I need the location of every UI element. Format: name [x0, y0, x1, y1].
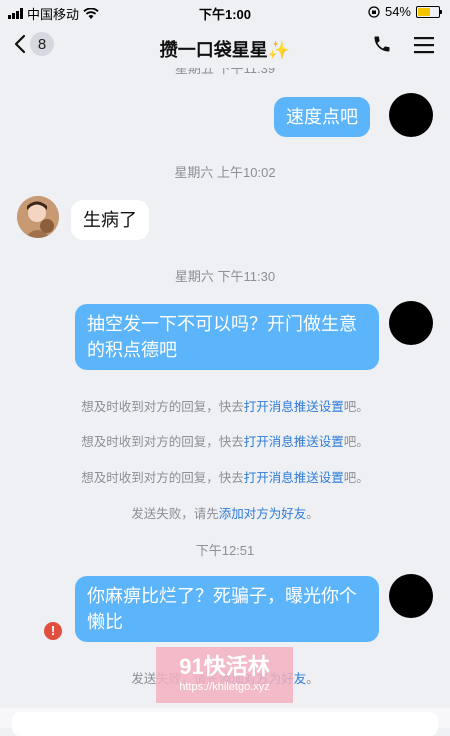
my-avatar[interactable] — [389, 574, 433, 618]
chat-message-list[interactable]: 星期五 下午11:39 速度点吧 星期六 上午10:02 生病了 星期六 下午1… — [0, 68, 450, 713]
notice-text: 想及时收到对方的回复，快去 — [81, 471, 244, 485]
my-avatar[interactable] — [389, 301, 433, 345]
notice-text: 。 — [306, 507, 319, 521]
message-line: 懒比 — [87, 612, 123, 632]
notice-text: 。 — [306, 672, 319, 686]
battery-percent: 54% — [384, 4, 411, 19]
notice-text: 吧。 — [343, 435, 369, 449]
send-failed-notice: 发送失败，请先添加对方为好友。 — [0, 503, 450, 522]
contact-avatar[interactable] — [17, 196, 59, 238]
notice-text: 发送失败，请先 — [131, 507, 219, 521]
push-notice: 想及时收到对方的回复，快去打开消息推送设置吧。 — [0, 431, 450, 450]
timestamp: 星期六 下午11:30 — [174, 269, 276, 284]
message-line: 抽空发一下不可以吗？开门做生意 — [87, 314, 357, 334]
my-avatar[interactable] — [389, 93, 433, 137]
status-bar: 中国移动 下午1:00 54% — [0, 0, 450, 24]
message-input[interactable] — [12, 712, 438, 736]
site-watermark: 91快活林 https://khlletgo.xyz — [156, 647, 293, 703]
send-error-icon[interactable]: ! — [44, 622, 62, 640]
timestamp: 星期六 上午10:02 — [174, 165, 276, 180]
watermark-url: https://khlletgo.xyz — [179, 681, 270, 693]
notice-text: 吧。 — [343, 400, 369, 414]
notice-text: 想及时收到对方的回复，快去 — [81, 400, 244, 414]
menu-icon[interactable] — [414, 36, 434, 54]
battery-icon — [416, 5, 442, 18]
timestamp-partial: 星期五 下午11:39 — [174, 68, 276, 76]
orientation-lock-icon — [368, 5, 380, 18]
message-bubble-outgoing[interactable]: 速度点吧 — [274, 97, 370, 137]
open-push-settings-link[interactable]: 打开消息推送设置 — [244, 435, 344, 449]
add-friend-link[interactable]: 添加对方为好友 — [219, 507, 307, 521]
input-bar — [0, 708, 450, 736]
contact-avatar-image — [17, 196, 59, 238]
open-push-settings-link[interactable]: 打开消息推送设置 — [244, 471, 344, 485]
push-notice: 想及时收到对方的回复，快去打开消息推送设置吧。 — [0, 396, 450, 415]
notice-text: 想及时收到对方的回复，快去 — [81, 435, 244, 449]
timestamp: 下午12:51 — [195, 543, 255, 558]
message-line: 你麻痹比烂了？死骗子，曝光你个 — [87, 586, 357, 606]
message-bubble-incoming[interactable]: 生病了 — [71, 200, 149, 240]
watermark-title: 91快活林 — [179, 654, 270, 679]
message-line: 的积点德吧 — [87, 340, 177, 360]
message-bubble-outgoing[interactable]: 抽空发一下不可以吗？开门做生意 的积点德吧 — [75, 304, 379, 370]
open-push-settings-link[interactable]: 打开消息推送设置 — [244, 400, 344, 414]
notice-text: 吧。 — [343, 471, 369, 485]
push-notice: 想及时收到对方的回复，快去打开消息推送设置吧。 — [0, 467, 450, 486]
message-bubble-outgoing[interactable]: 你麻痹比烂了？死骗子，曝光你个 懒比 — [75, 576, 379, 642]
status-right: 54% — [368, 4, 442, 19]
phone-call-icon[interactable] — [372, 34, 392, 54]
chat-header: 8 攒一口袋星星✨ — [0, 24, 450, 68]
